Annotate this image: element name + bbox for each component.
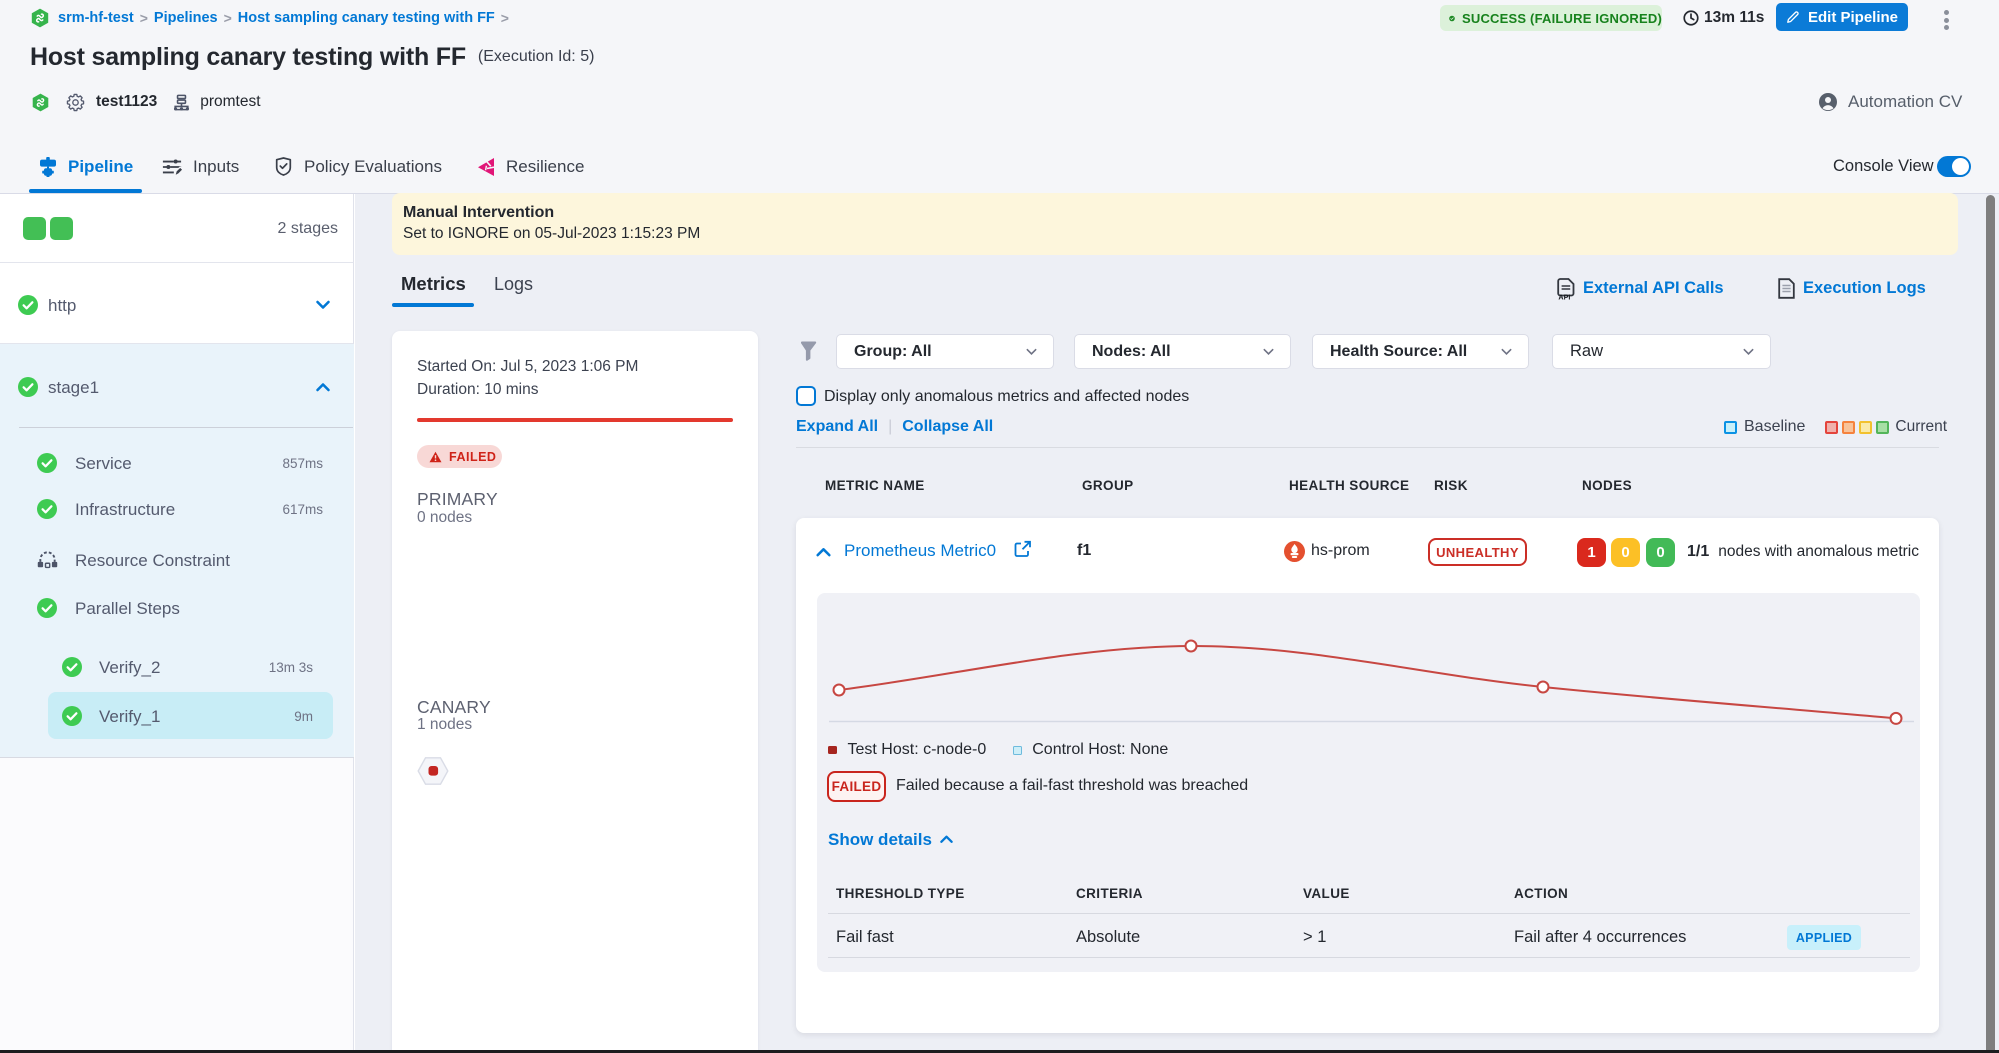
svg-text:API: API [1558,292,1570,299]
